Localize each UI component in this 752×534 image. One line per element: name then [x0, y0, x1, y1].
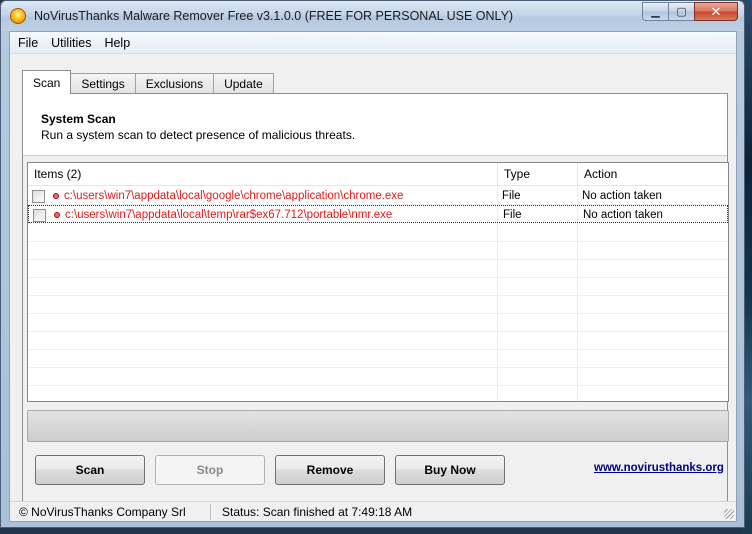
status-text: Status: Scan finished at 7:49:18 AM [222, 505, 413, 519]
window-controls: ▁ ▢ ✕ [642, 2, 738, 21]
remove-button[interactable]: Remove [275, 455, 385, 485]
minimize-button[interactable]: ▁ [642, 2, 668, 21]
table-row[interactable]: c:\users\win7\appdata\local\temp\rar$ex6… [28, 205, 728, 223]
stop-button: Stop [155, 455, 265, 485]
row-checkbox[interactable] [33, 209, 46, 222]
title-bar[interactable]: NoVirusThanks Malware Remover Free v3.1.… [1, 1, 744, 31]
buy-now-button[interactable]: Buy Now [395, 455, 505, 485]
company-label: © NoVirusThanks Company Srl [19, 505, 186, 519]
empty-row [28, 260, 728, 278]
panel-title: System Scan [41, 112, 116, 126]
panel-subtitle: Run a system scan to detect presence of … [41, 128, 356, 142]
maximize-button[interactable]: ▢ [668, 2, 694, 21]
app-logo-icon [10, 8, 26, 24]
menu-file[interactable]: File [13, 36, 43, 50]
status-divider [210, 504, 211, 520]
empty-row [28, 242, 728, 260]
threat-icon [54, 212, 60, 218]
menu-help[interactable]: Help [99, 36, 135, 50]
client-area: File Utilities Help Scan Settings Exclus… [9, 31, 737, 522]
window-title: NoVirusThanks Malware Remover Free v3.1.… [34, 9, 514, 23]
status-bar: © NoVirusThanks Company Srl Status: Scan… [10, 501, 736, 521]
list-header: Items (2) Type Action [28, 163, 728, 186]
tab-update[interactable]: Update [213, 73, 274, 94]
row-type: File [503, 209, 522, 221]
empty-row [28, 368, 728, 386]
tab-scan[interactable]: Scan [22, 70, 72, 94]
menu-bar: File Utilities Help [10, 32, 736, 54]
empty-row [28, 224, 728, 242]
tab-exclusions[interactable]: Exclusions [134, 73, 215, 94]
empty-row [28, 332, 728, 350]
panel-header: System Scan Run a system scan to detect … [23, 94, 727, 156]
menu-utilities[interactable]: Utilities [46, 36, 96, 50]
tab-settings[interactable]: Settings [70, 73, 136, 94]
column-header-type[interactable]: Type [498, 163, 578, 186]
scan-progress-bar [27, 410, 729, 442]
row-checkbox[interactable] [32, 190, 45, 203]
results-list[interactable]: Items (2) Type Action c:\users\win7\appd… [27, 162, 729, 402]
website-link[interactable]: www.novirusthanks.org [594, 462, 724, 474]
scan-tab-panel: System Scan Run a system scan to detect … [22, 93, 729, 502]
row-path: c:\users\win7\appdata\local\google\chrom… [64, 190, 404, 202]
table-row[interactable]: c:\users\win7\appdata\local\google\chrom… [28, 187, 728, 205]
empty-row [28, 314, 728, 332]
threat-icon [53, 193, 59, 199]
scan-button[interactable]: Scan [35, 455, 145, 485]
column-header-action[interactable]: Action [578, 163, 728, 186]
row-type: File [502, 190, 521, 202]
resize-grip-icon[interactable] [724, 509, 734, 519]
column-header-items[interactable]: Items (2) [28, 163, 498, 186]
empty-row [28, 350, 728, 368]
row-path: c:\users\win7\appdata\local\temp\rar$ex6… [65, 209, 393, 221]
row-action: No action taken [582, 190, 662, 202]
tab-strip: Scan Settings Exclusions Update [22, 70, 274, 94]
app-window: NoVirusThanks Malware Remover Free v3.1.… [0, 0, 745, 528]
close-button[interactable]: ✕ [694, 2, 738, 21]
empty-row [28, 278, 728, 296]
empty-row [28, 296, 728, 314]
row-action: No action taken [583, 209, 663, 221]
